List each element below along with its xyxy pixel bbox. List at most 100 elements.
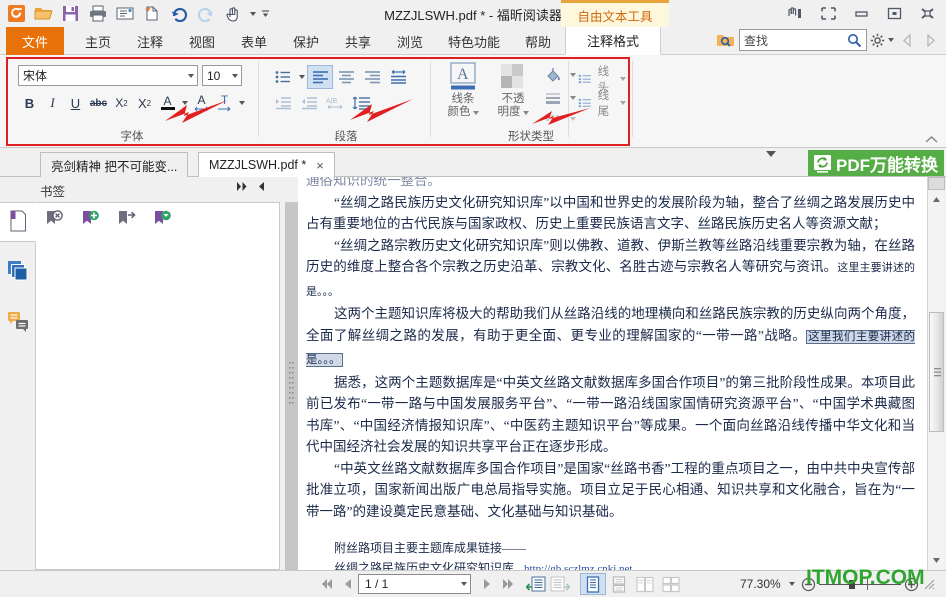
tab-comment[interactable]: 注释: [126, 27, 174, 55]
bold-button[interactable]: B: [18, 91, 41, 115]
bullet-list-button[interactable]: [270, 65, 296, 89]
align-justify-button[interactable]: [385, 65, 411, 89]
scrollbar-split-box[interactable]: [928, 177, 945, 190]
scroll-down-arrow-icon[interactable]: [928, 552, 945, 568]
next-arrow-icon[interactable]: [920, 29, 940, 51]
pdf-page-view[interactable]: 通俗知识的统一整合。 “丝绸之路民族历史文化研究知识库”以中国和世界史的发展阶段…: [298, 177, 927, 570]
collapse-panel-icon[interactable]: [257, 181, 266, 195]
tab-file[interactable]: 文件: [6, 27, 64, 55]
chevron-down-icon[interactable]: [570, 96, 576, 100]
bullet-list-dropdown-icon[interactable]: [296, 65, 307, 89]
chevron-down-icon[interactable]: [570, 73, 576, 77]
maximize-icon[interactable]: [878, 1, 911, 27]
chevron-down-icon[interactable]: [620, 101, 626, 105]
close-tab-icon[interactable]: ×: [316, 158, 324, 173]
align-right-button[interactable]: [359, 65, 385, 89]
search-settings[interactable]: [870, 33, 894, 48]
chevron-down-icon[interactable]: [620, 77, 626, 81]
new-document-icon[interactable]: [139, 2, 164, 26]
touch-mode-icon[interactable]: [779, 1, 812, 27]
italic-button[interactable]: I: [41, 91, 64, 115]
zoom-in-icon[interactable]: [904, 577, 919, 592]
fullscreen-icon[interactable]: [812, 1, 845, 27]
chevron-down-icon[interactable]: [888, 38, 894, 42]
subscript-button[interactable]: X2: [133, 91, 156, 115]
tab-protect[interactable]: 保护: [282, 27, 330, 55]
resize-grip-icon[interactable]: [923, 578, 936, 591]
chevron-down-icon[interactable]: [473, 111, 479, 115]
line-spacing-button[interactable]: [348, 91, 374, 115]
increase-indent-button[interactable]: [270, 91, 296, 115]
chevron-down-icon[interactable]: [570, 117, 576, 121]
text-direction-ltr-button[interactable]: A|B: [322, 91, 348, 115]
scroll-up-arrow-icon[interactable]: [928, 191, 945, 207]
close-icon[interactable]: [911, 1, 944, 27]
superscript-button[interactable]: X2: [110, 91, 133, 115]
align-center-button[interactable]: [333, 65, 359, 89]
sidebar-item-layers[interactable]: [0, 252, 36, 292]
opacity-button[interactable]: 不透 明度: [490, 61, 536, 119]
email-icon[interactable]: [112, 2, 137, 26]
document-tab-0[interactable]: 亮剑精神 把不可能变...: [40, 152, 188, 177]
zoom-out-icon[interactable]: [801, 577, 816, 592]
bookmark-add-icon[interactable]: [80, 209, 102, 234]
redo-icon[interactable]: [193, 2, 218, 26]
zoom-slider-thumb[interactable]: [849, 580, 855, 589]
fill-color-button[interactable]: [540, 63, 566, 87]
tab-browse[interactable]: 浏览: [386, 27, 434, 55]
tab-share[interactable]: 共享: [334, 27, 382, 55]
underline-button[interactable]: U: [64, 91, 87, 115]
contextual-tab-free-text-tool[interactable]: 自由文本工具: [561, 0, 669, 27]
fit-width-button[interactable]: [548, 573, 572, 595]
facing-view-button[interactable]: [632, 573, 658, 595]
tab-features[interactable]: 特色功能: [438, 27, 510, 55]
prev-page-button[interactable]: [337, 573, 358, 595]
character-spacing-button[interactable]: A: [190, 91, 213, 115]
align-left-button[interactable]: [307, 65, 333, 89]
font-color-dropdown-icon[interactable]: [179, 91, 190, 115]
pdf-convert-button[interactable]: PDF万能转换: [808, 150, 944, 176]
line-color-button[interactable]: A 线条 颜色: [440, 61, 486, 119]
prev-arrow-icon[interactable]: [897, 29, 917, 51]
single-page-view-button[interactable]: [580, 573, 606, 595]
search-input[interactable]: 查找: [739, 29, 867, 51]
tab-help[interactable]: 帮助: [514, 27, 562, 55]
undo-icon[interactable]: [166, 2, 191, 26]
text-direction-button[interactable]: T: [213, 91, 236, 115]
tab-overflow-dropdown-icon[interactable]: [766, 157, 776, 171]
minimize-icon[interactable]: [845, 1, 878, 27]
search-folder-icon[interactable]: [714, 29, 736, 51]
page-number-input[interactable]: 1 / 1: [358, 574, 471, 594]
decrease-indent-button[interactable]: [296, 91, 322, 115]
font-color-button[interactable]: A: [156, 91, 179, 115]
zoom-dropdown-icon[interactable]: [789, 582, 795, 586]
sidebar-item-comments[interactable]: [0, 302, 36, 342]
last-page-button[interactable]: [497, 573, 518, 595]
qat-overflow-icon[interactable]: [260, 2, 271, 26]
fit-page-button[interactable]: [524, 573, 548, 595]
save-icon[interactable]: [58, 2, 83, 26]
collapse-ribbon-icon[interactable]: [925, 133, 938, 147]
text-direction-dropdown-icon[interactable]: [236, 91, 247, 115]
end-arrow-row[interactable]: 线尾: [578, 87, 626, 119]
expand-panel-icon[interactable]: [236, 181, 249, 195]
chevron-down-icon[interactable]: [523, 111, 529, 115]
font-family-select[interactable]: 宋体: [18, 65, 198, 86]
bookmark-goto-icon[interactable]: [116, 209, 138, 234]
tab-comment-format[interactable]: 注释格式: [565, 27, 661, 55]
hand-tool-dropdown-icon[interactable]: [247, 2, 258, 26]
tab-form[interactable]: 表单: [230, 27, 278, 55]
font-size-select[interactable]: 10: [202, 65, 242, 86]
sidebar-item-pages[interactable]: [0, 202, 36, 242]
open-folder-icon[interactable]: [31, 2, 56, 26]
foxit-logo-icon[interactable]: [4, 2, 29, 26]
link-url[interactable]: http://gb.sczlmz.cnki.net: [524, 563, 632, 570]
print-icon[interactable]: [85, 2, 110, 26]
facing-continuous-view-button[interactable]: [658, 573, 684, 595]
tab-home[interactable]: 主页: [74, 27, 122, 55]
next-page-button[interactable]: [476, 573, 497, 595]
document-vertical-scrollbar[interactable]: [927, 177, 944, 570]
scrollbar-thumb[interactable]: [929, 312, 944, 432]
bookmark-delete-icon[interactable]: [44, 209, 66, 234]
chevron-down-icon[interactable]: [461, 582, 467, 586]
